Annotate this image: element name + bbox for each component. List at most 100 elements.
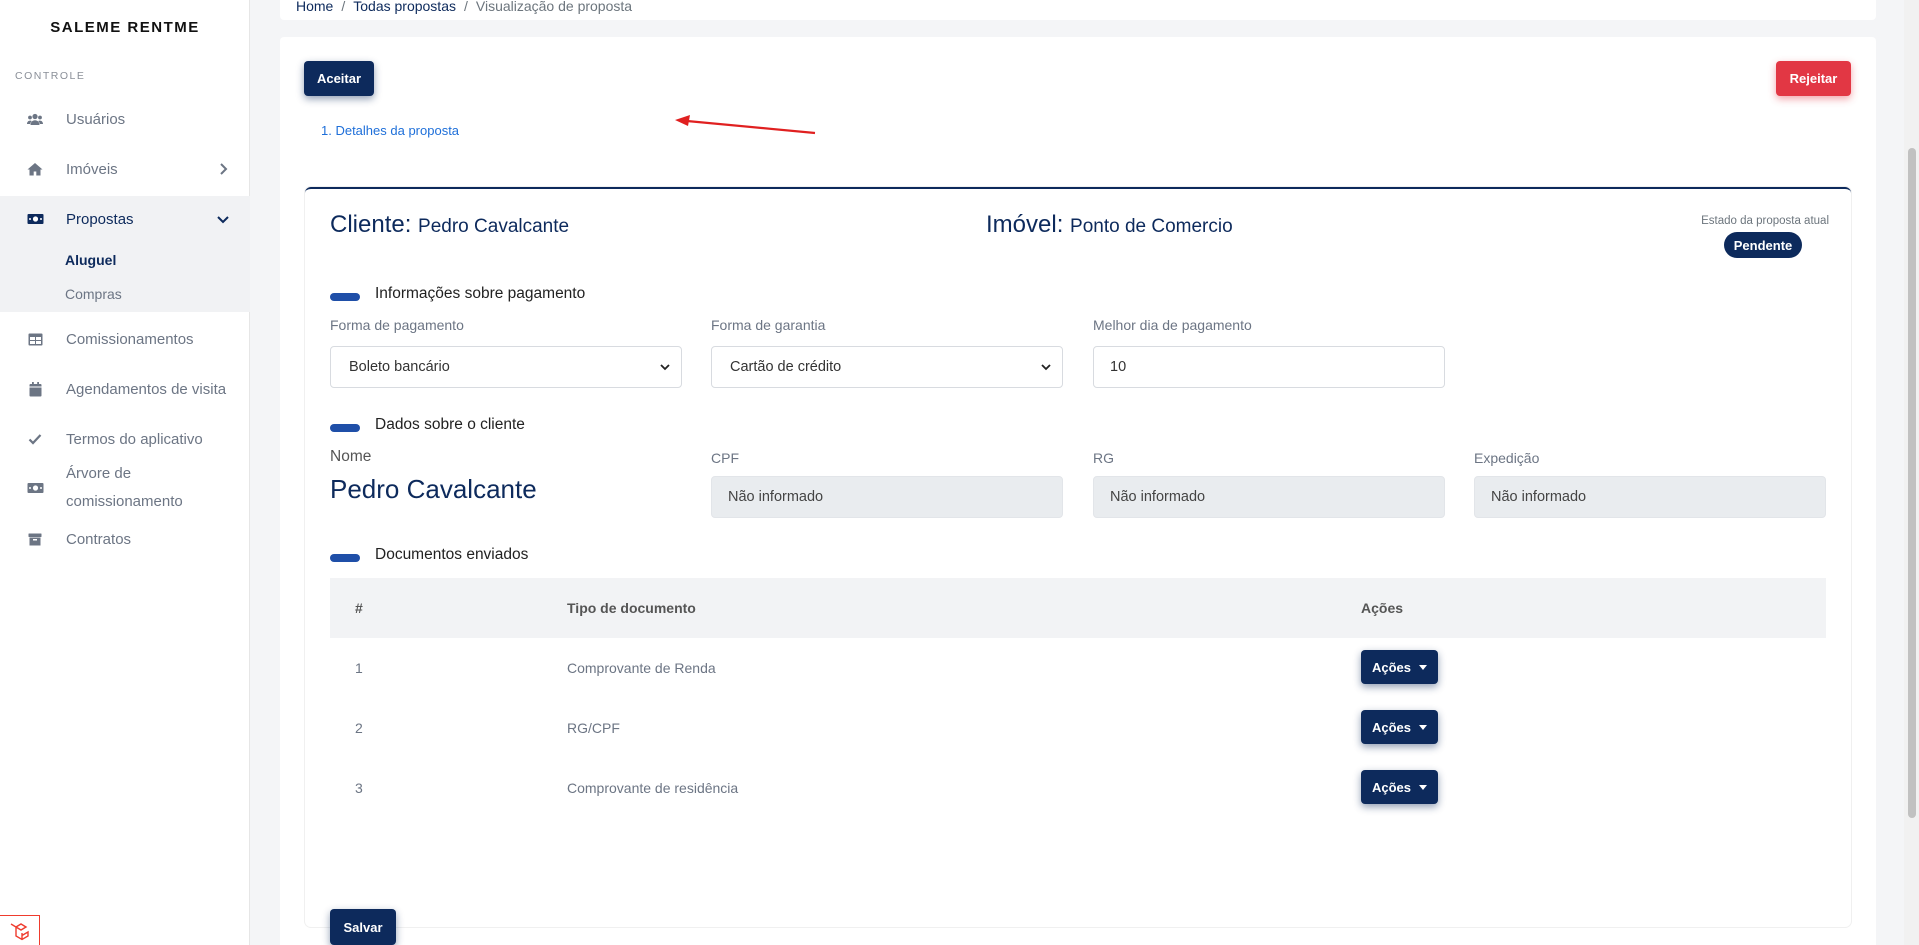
reject-button[interactable]: Rejeitar — [1776, 61, 1851, 96]
archive-icon — [26, 530, 44, 548]
save-button[interactable]: Salvar — [330, 909, 396, 945]
sidebar-item-contratos[interactable]: Contratos — [0, 516, 250, 562]
property-name: Ponto de Comercio — [1070, 216, 1233, 237]
sidebar-item-comissionamentos[interactable]: Comissionamentos — [0, 316, 250, 362]
section-accent-bar — [330, 554, 360, 562]
payment-section-label: Informações sobre pagamento — [375, 285, 586, 302]
client-data-section-title: Dados sobre o cliente — [330, 416, 525, 434]
column-header-actions: Ações — [1361, 600, 1404, 616]
status-badge: Pendente — [1724, 232, 1802, 258]
expedition-value: Não informado — [1491, 489, 1587, 505]
documents-table: # Tipo de documento Ações 1 Comprovante … — [330, 578, 1826, 818]
guarantee-select[interactable]: Cartão de crédito — [711, 346, 1063, 388]
users-icon — [26, 110, 44, 128]
property-heading: Imóvel: Ponto de Comercio — [986, 211, 1233, 239]
chevron-down-icon — [1040, 361, 1052, 377]
chevron-right-icon — [216, 162, 230, 176]
state-label: Estado da proposta atual — [1701, 215, 1829, 227]
propostas-submenu: Aluguel Compras — [0, 242, 250, 312]
expedition-label: Expedição — [1474, 450, 1540, 466]
guarantee-label: Forma de garantia — [711, 317, 826, 333]
annotation-arrow — [675, 115, 816, 135]
actions-dropdown-button[interactable]: Ações — [1361, 710, 1438, 744]
sidebar-item-label-line2: comissionamento — [66, 493, 183, 510]
sidebar-item-label: Comissionamentos — [66, 330, 194, 348]
cpf-field: Não informado — [711, 476, 1063, 518]
check-icon — [26, 430, 44, 448]
table-row: 3 Comprovante de residência Ações — [330, 758, 1826, 818]
client-name-label: Nome — [330, 448, 372, 465]
section-accent-bar — [330, 293, 360, 301]
calendar-icon — [26, 380, 44, 398]
payment-method-select[interactable]: Boleto bancário — [330, 346, 682, 388]
sidebar-item-label: Propostas — [66, 210, 134, 228]
actions-button-label: Ações — [1371, 659, 1412, 675]
sidebar-item-arvore-comissionamento[interactable]: Árvore de comissionamento — [0, 459, 250, 517]
sidebar-section-label: CONTROLE — [15, 70, 86, 82]
table-header: # Tipo de documento Ações — [330, 578, 1826, 638]
cpf-label: CPF — [711, 450, 739, 466]
row-number: 1 — [355, 660, 363, 676]
column-header-number: # — [355, 600, 363, 616]
best-day-input[interactable]: 10 — [1093, 346, 1445, 388]
money-bill-icon — [26, 479, 44, 497]
sidebar-item-label-line1: Árvore de — [66, 465, 132, 482]
payment-method-label: Forma de pagamento — [330, 317, 464, 333]
sidebar-item-termos[interactable]: Termos do aplicativo — [0, 416, 250, 462]
row-document-type: RG/CPF — [567, 720, 620, 736]
step-link-detalhes[interactable]: 1. Detalhes da proposta — [321, 123, 459, 138]
client-label: Cliente: — [330, 211, 412, 238]
rg-label: RG — [1093, 450, 1114, 466]
actions-button-label: Ações — [1371, 719, 1412, 735]
expedition-field: Não informado — [1474, 476, 1826, 518]
client-name: Pedro Cavalcante — [418, 216, 570, 237]
row-number: 3 — [355, 780, 363, 796]
sidebar-item-label: Usuários — [66, 110, 126, 128]
sidebar-subitem-compras[interactable]: Compras — [65, 286, 122, 302]
actions-dropdown-button[interactable]: Ações — [1361, 650, 1438, 684]
sidebar-item-imoveis[interactable]: Imóveis — [0, 146, 250, 192]
client-name-value: Pedro Cavalcante — [330, 474, 537, 504]
accept-button[interactable]: Aceitar — [304, 61, 374, 96]
breadcrumb: Home / Todas propostas / Visualização de pro… — [280, 0, 1876, 20]
proposal-card: Aceitar Rejeitar 1. Detalhes da proposta… — [280, 37, 1876, 945]
laravel-logo-icon — [0, 915, 40, 945]
row-document-type: Comprovante de residência — [567, 780, 739, 796]
best-day-value: 10 — [1110, 359, 1127, 375]
actions-button-label: Ações — [1371, 779, 1412, 795]
breadcrumb-separator: / — [463, 0, 468, 14]
documents-section-label: Documentos enviados — [375, 546, 529, 563]
home-icon — [26, 160, 44, 178]
sidebar-item-label: Contratos — [66, 530, 132, 548]
payment-method-value: Boleto bancário — [349, 359, 450, 375]
payment-section-title: Informações sobre pagamento — [330, 285, 585, 303]
sidebar-subitem-aluguel[interactable]: Aluguel — [65, 252, 116, 268]
rg-field: Não informado — [1093, 476, 1445, 518]
breadcrumb-todas-propostas-link[interactable]: Todas propostas — [353, 0, 456, 14]
cpf-value: Não informado — [728, 489, 824, 505]
documents-section-title: Documentos enviados — [330, 546, 528, 564]
caret-down-icon — [1419, 784, 1428, 790]
sidebar-item-usuarios[interactable]: Usuários — [0, 96, 250, 142]
guarantee-value: Cartão de crédito — [730, 359, 842, 375]
rg-value: Não informado — [1110, 489, 1206, 505]
sidebar-item-label: Termos do aplicativo — [66, 430, 203, 448]
sidebar-item-label: Árvore de comissionamento — [66, 460, 183, 516]
sidebar-item-agendamentos[interactable]: Agendamentos de visita — [0, 366, 250, 412]
proposal-details-panel: Cliente: Pedro Cavalcante Imóvel: Ponto … — [305, 187, 1851, 945]
breadcrumb-home-link[interactable]: Home — [296, 0, 333, 14]
breadcrumb-current: Visualização de proposta — [475, 0, 633, 14]
caret-down-icon — [1419, 724, 1428, 730]
table-row: 1 Comprovante de Renda Ações — [330, 638, 1826, 698]
actions-dropdown-button[interactable]: Ações — [1361, 770, 1438, 804]
section-accent-bar — [330, 424, 360, 432]
table-row: 2 RG/CPF Ações — [330, 698, 1826, 758]
caret-down-icon — [1419, 664, 1428, 670]
column-header-type: Tipo de documento — [567, 600, 696, 616]
page-scrollbar[interactable] — [1904, 0, 1919, 945]
sidebar-item-propostas[interactable]: Propostas — [0, 196, 250, 242]
best-day-label: Melhor dia de pagamento — [1093, 317, 1252, 333]
chevron-down-icon — [659, 361, 671, 377]
row-document-type: Comprovante de Renda — [567, 660, 716, 676]
scrollbar-thumb[interactable] — [1908, 148, 1916, 818]
